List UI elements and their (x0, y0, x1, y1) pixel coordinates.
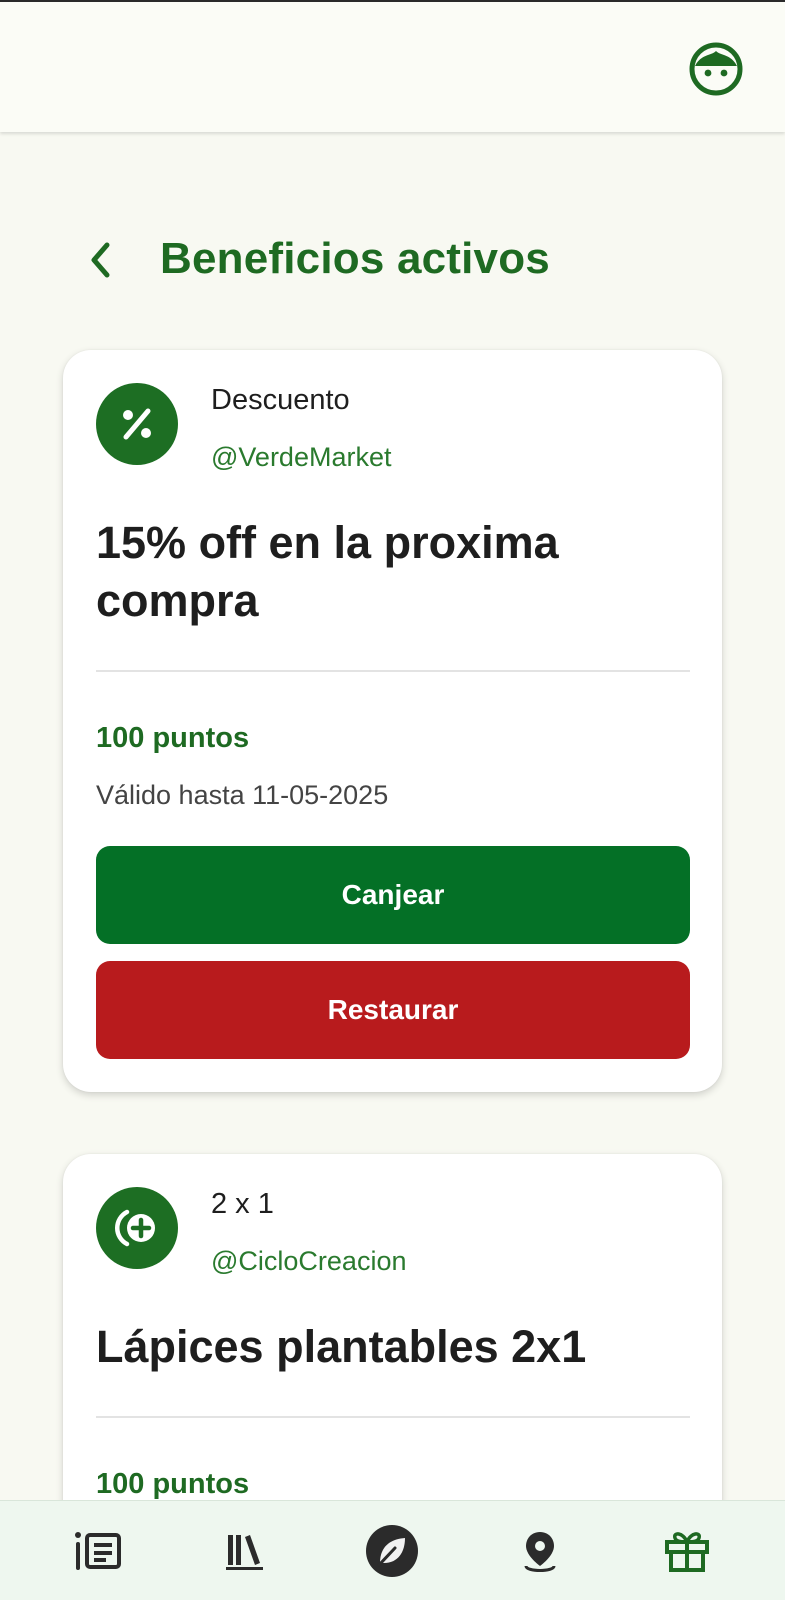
benefit-card: Descuento @VerdeMarket 15% off en la pro… (63, 350, 722, 1092)
percent-icon (123, 408, 151, 440)
divider (96, 1416, 690, 1418)
merchant-handle[interactable]: @VerdeMarket (211, 442, 391, 473)
restore-button[interactable]: Restaurar (96, 961, 690, 1059)
location-pin-icon (524, 1531, 556, 1572)
page-header: Beneficios activos (0, 228, 785, 292)
benefit-type: Descuento (211, 384, 350, 416)
page-title: Beneficios activos (160, 234, 550, 283)
benefit-points: 100 puntos (96, 722, 250, 754)
benefit-valid-until: Válido hasta 11-05-2025 (96, 780, 389, 810)
merchant-handle[interactable]: @CicloCreacion (211, 1246, 406, 1277)
chevron-left-icon (91, 242, 110, 278)
bottom-navigation (0, 1500, 785, 1600)
nav-item-rewards[interactable] (651, 1515, 723, 1587)
leaf-icon (366, 1524, 419, 1577)
redeem-button[interactable]: Canjear (96, 846, 690, 944)
nav-item-map[interactable] (504, 1515, 576, 1587)
divider (96, 670, 690, 672)
benefit-title: Lápices plantables 2x1 (96, 1321, 587, 1372)
nav-item-list[interactable] (62, 1515, 134, 1587)
nav-item-library[interactable] (209, 1515, 281, 1587)
back-button[interactable] (78, 236, 122, 284)
library-icon (226, 1534, 264, 1570)
benefit-title: 15% off en la proxima compra (96, 517, 559, 626)
benefit-type-badge (96, 1187, 178, 1269)
benefit-type-badge (96, 383, 178, 465)
nav-item-eco[interactable] (356, 1515, 428, 1587)
face-icon (689, 42, 743, 96)
benefit-points: 100 puntos (96, 1468, 250, 1500)
profile-button[interactable] (689, 42, 743, 96)
gift-icon (665, 1531, 710, 1572)
top-app-bar (0, 0, 785, 132)
list-icon (74, 1531, 121, 1570)
add-circle-icon (115, 1209, 155, 1247)
benefit-type: 2 x 1 (211, 1188, 274, 1220)
